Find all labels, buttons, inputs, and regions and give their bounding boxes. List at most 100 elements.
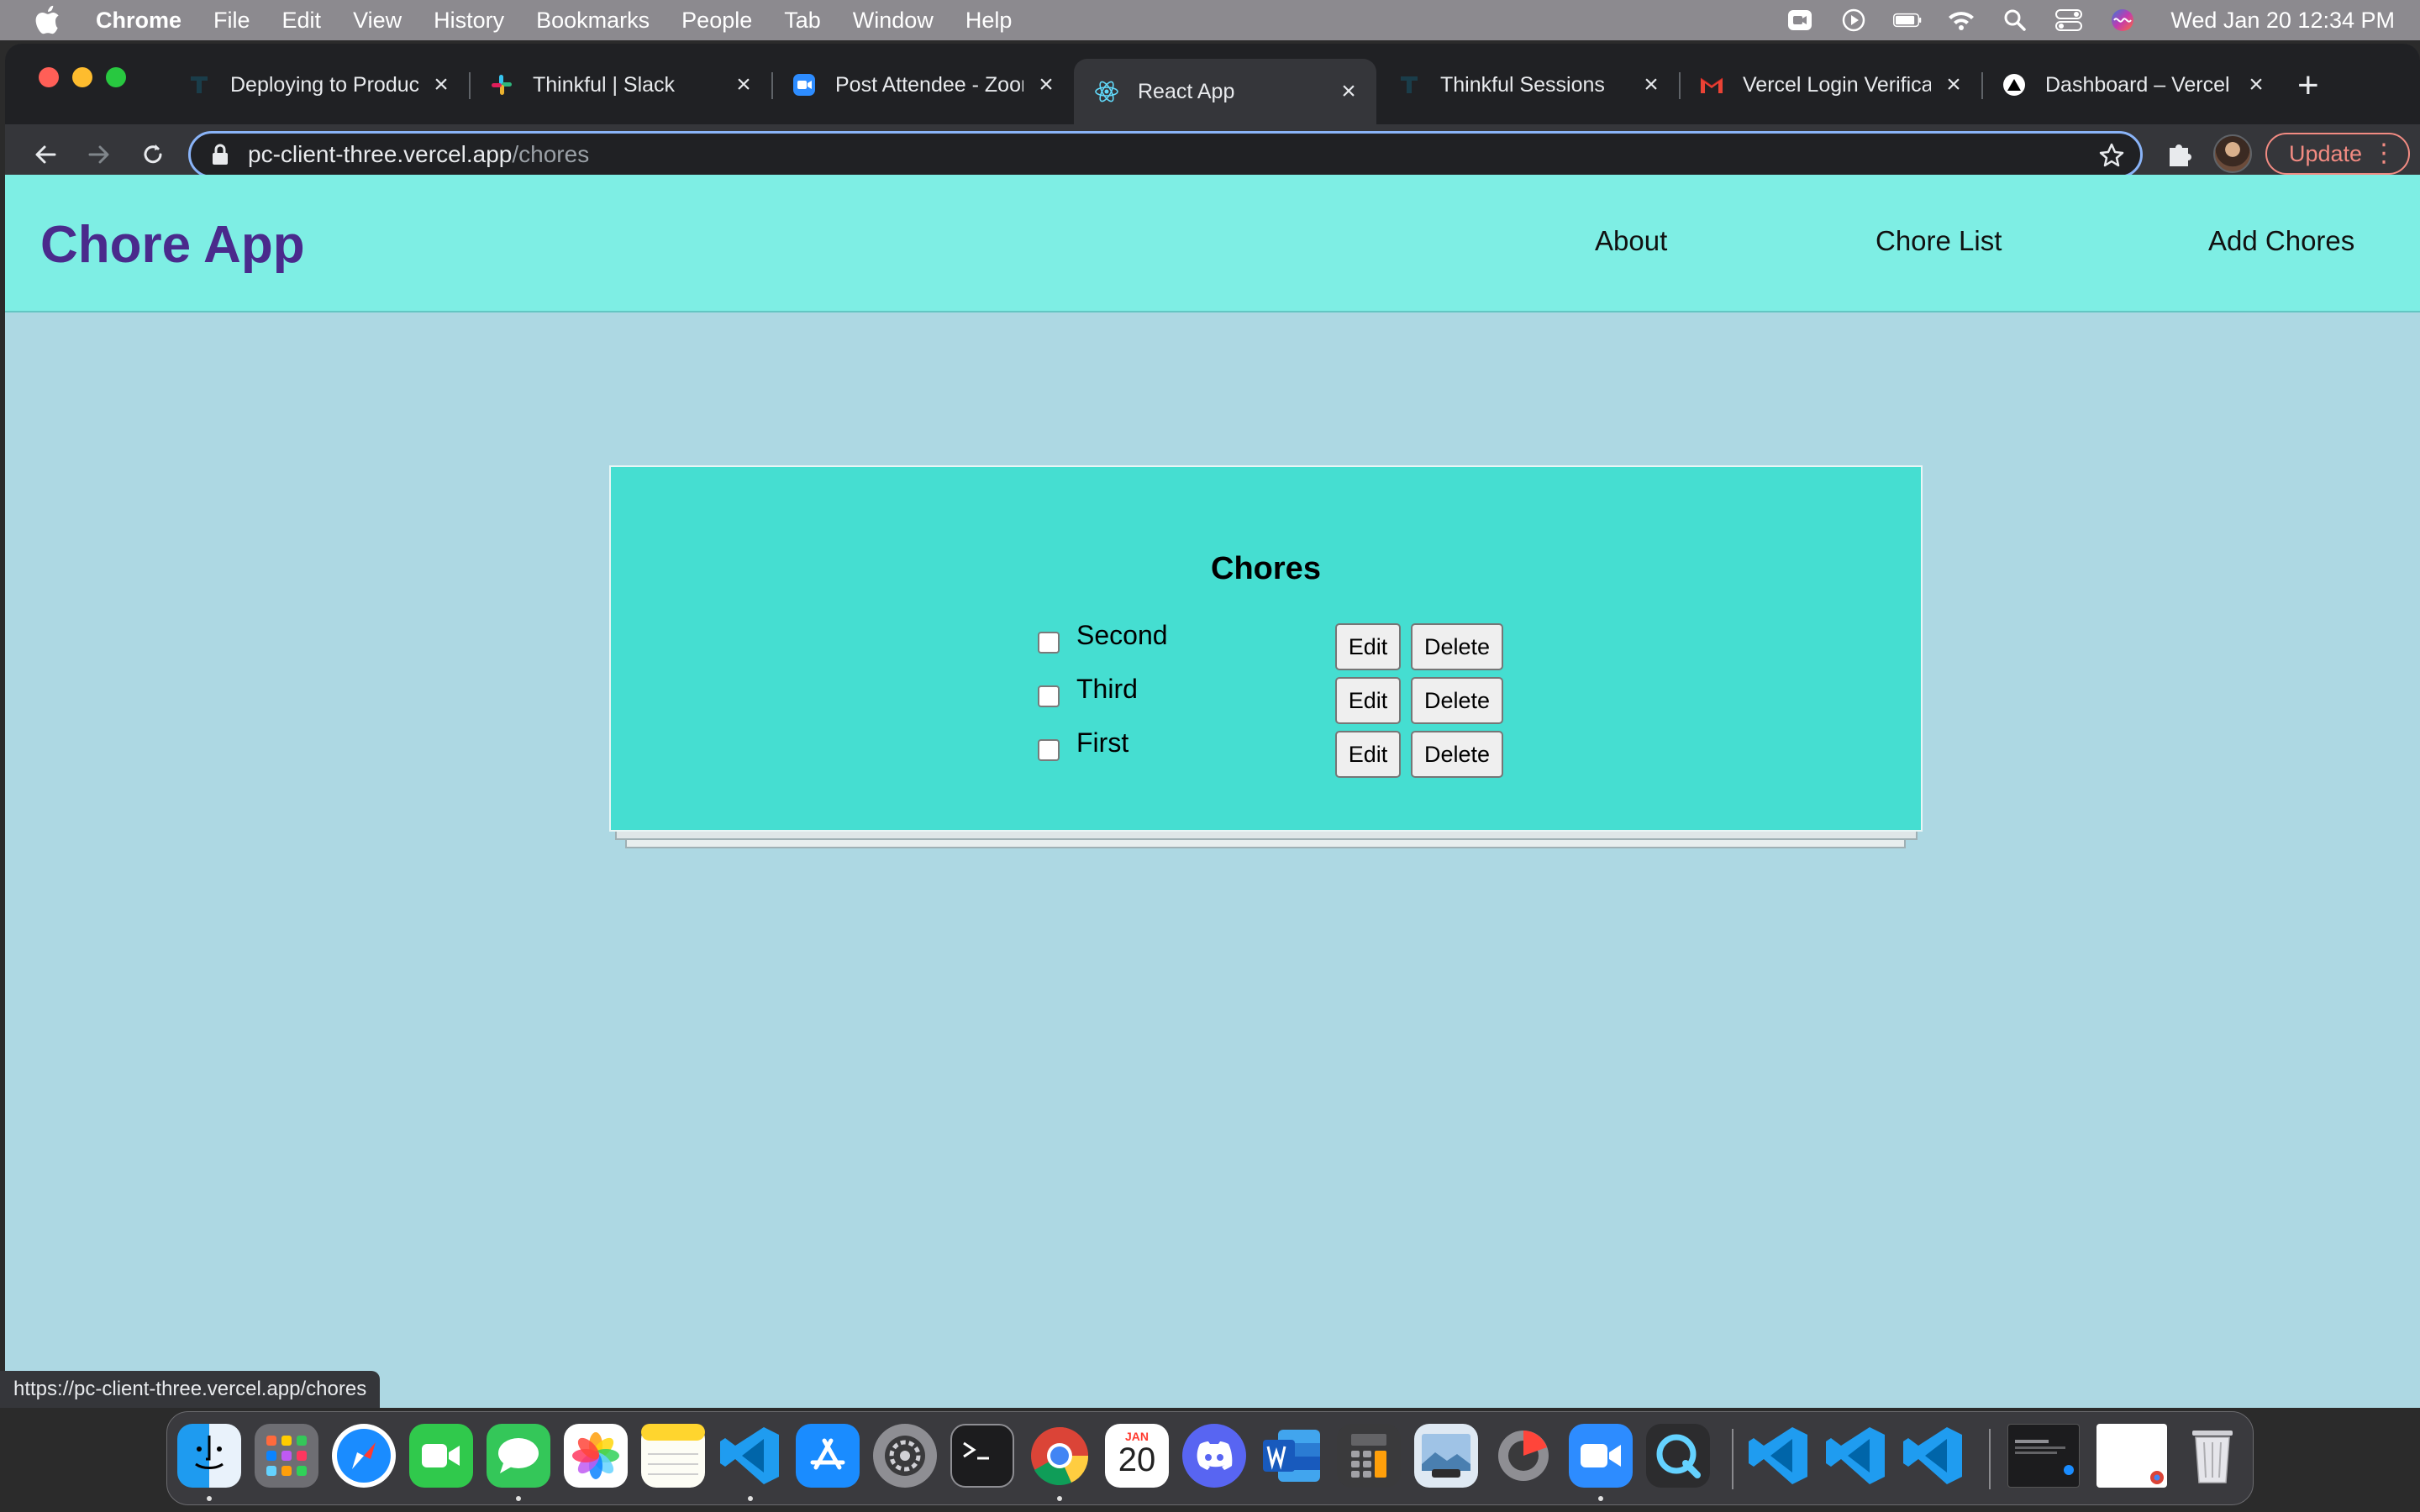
chore-checkbox[interactable] [1038,632,1060,654]
word-icon[interactable] [1260,1424,1323,1488]
close-tab-icon[interactable]: × [1338,79,1360,104]
menu-window[interactable]: Window [853,8,934,34]
control-center-icon[interactable] [2054,8,2083,33]
tab-title: Thinkful | Slack [533,72,676,97]
extensions-puzzle-icon[interactable] [2163,136,2196,170]
tab-thinkful-sessions[interactable]: Thinkful Sessions × [1376,59,1679,111]
delete-chore-button[interactable]: Delete [1411,677,1503,724]
siri-icon[interactable] [2108,8,2137,33]
window-thumbnail[interactable] [2096,1424,2167,1488]
address-bar[interactable]: pc-client-three.vercel.app /chores [188,131,2143,178]
nav-about-link[interactable]: About [1595,225,1667,257]
fullscreen-window-button[interactable] [106,67,126,87]
menu-file[interactable]: File [213,8,250,34]
close-window-button[interactable] [39,67,59,87]
tab-thinkful-slack[interactable]: Thinkful | Slack × [469,59,771,111]
window-controls [39,67,126,87]
menu-history[interactable]: History [434,8,504,34]
edit-chore-button[interactable]: Edit [1335,623,1401,670]
facetime-icon[interactable] [409,1424,473,1488]
battery-icon[interactable] [1893,8,1922,33]
url-host: pc-client-three.vercel.app [248,141,513,167]
tab-post-attendee-zoom[interactable]: Post Attendee - Zoom × [771,59,1074,111]
update-button[interactable]: Update ⋮ [2265,133,2410,175]
close-tab-icon[interactable]: × [1035,72,1057,97]
disk-utility-icon[interactable] [1491,1424,1555,1488]
chore-checkbox[interactable] [1038,739,1060,761]
system-preferences-icon[interactable] [873,1424,937,1488]
close-tab-icon[interactable]: × [733,72,755,97]
play-icon[interactable] [1839,8,1868,33]
nav-chore-list-link[interactable]: Chore List [1876,225,2002,257]
vscode-icon[interactable] [1902,1424,1965,1488]
close-tab-icon[interactable]: × [430,72,452,97]
launchpad-icon[interactable] [255,1424,318,1488]
vscode-icon[interactable] [1747,1424,1811,1488]
apple-icon[interactable] [34,5,62,35]
reload-icon[interactable] [134,136,171,173]
zoom-icon[interactable] [1569,1424,1633,1488]
zoom-icon [792,72,817,97]
delete-chore-button[interactable]: Delete [1411,623,1503,670]
menu-app-name[interactable]: Chrome [96,8,182,34]
profile-avatar[interactable] [2213,134,2252,173]
slack-icon [489,72,514,97]
tab-react-app[interactable]: React App × [1074,59,1376,124]
calendar-day: 20 [1118,1441,1156,1478]
app-title[interactable]: Chore App [40,215,305,275]
calculator-icon[interactable] [1337,1424,1401,1488]
tab-dashboard-vercel[interactable]: Dashboard – Vercel × [1981,59,2284,111]
back-arrow-icon[interactable] [27,136,64,173]
close-tab-icon[interactable]: × [1943,72,1965,97]
update-label: Update [2289,140,2363,166]
chore-label: Second [1076,620,1168,650]
delete-chore-button[interactable]: Delete [1411,731,1503,778]
vscode-icon[interactable] [1824,1424,1888,1488]
messages-icon[interactable] [487,1424,550,1488]
more-menu-icon[interactable]: ⋮ [2371,141,2396,166]
thinkful-icon [187,72,212,97]
menu-bookmarks[interactable]: Bookmarks [536,8,650,34]
trash-icon[interactable] [2181,1424,2244,1488]
react-icon [1094,79,1119,104]
close-tab-icon[interactable]: × [2245,72,2267,97]
chore-checkbox[interactable] [1038,685,1060,707]
bookmark-star-icon[interactable] [2098,142,2125,169]
menubar-clock[interactable]: Wed Jan 20 12:34 PM [2170,8,2395,34]
forward-arrow-icon[interactable] [81,136,118,173]
minimize-window-button[interactable] [72,67,92,87]
tab-title: Deploying to Production [230,72,418,97]
tab-deploying-to-production[interactable]: Deploying to Production × [166,59,469,111]
quicktime-icon[interactable] [1646,1424,1710,1488]
vscode-icon[interactable] [718,1424,782,1488]
menu-people[interactable]: People [681,8,752,34]
notes-icon[interactable] [641,1424,705,1488]
spotlight-search-icon[interactable] [2001,8,2029,33]
tab-vercel-login-verification[interactable]: Vercel Login Verification × [1679,59,1981,111]
new-tab-button[interactable]: + [2297,67,2319,104]
video-camera-icon[interactable] [1786,8,1814,33]
status-bar-url: https://pc-client-three.vercel.app/chore… [0,1371,381,1408]
preview-icon[interactable] [1414,1424,1478,1488]
photos-icon[interactable] [564,1424,628,1488]
tab-title: Post Attendee - Zoom [835,72,1023,97]
app-store-icon[interactable] [796,1424,860,1488]
terminal-icon[interactable] [950,1424,1014,1488]
chrome-icon[interactable] [1028,1424,1092,1488]
close-tab-icon[interactable]: × [1640,72,1662,97]
menu-edit[interactable]: Edit [282,8,322,34]
menu-tab[interactable]: Tab [784,8,821,34]
safari-icon[interactable] [332,1424,396,1488]
edit-chore-button[interactable]: Edit [1335,731,1401,778]
chore-label: First [1076,727,1129,758]
menu-help[interactable]: Help [965,8,1013,34]
window-thumbnail[interactable] [2007,1424,2080,1488]
wifi-icon[interactable] [1947,8,1975,33]
edit-chore-button[interactable]: Edit [1335,677,1401,724]
lock-icon[interactable] [211,143,229,166]
menu-view[interactable]: View [353,8,402,34]
discord-icon[interactable] [1182,1424,1246,1488]
calendar-icon[interactable]: JAN 20 [1105,1424,1169,1488]
finder-icon[interactable] [177,1424,241,1488]
nav-add-chores-link[interactable]: Add Chores [2208,225,2354,257]
